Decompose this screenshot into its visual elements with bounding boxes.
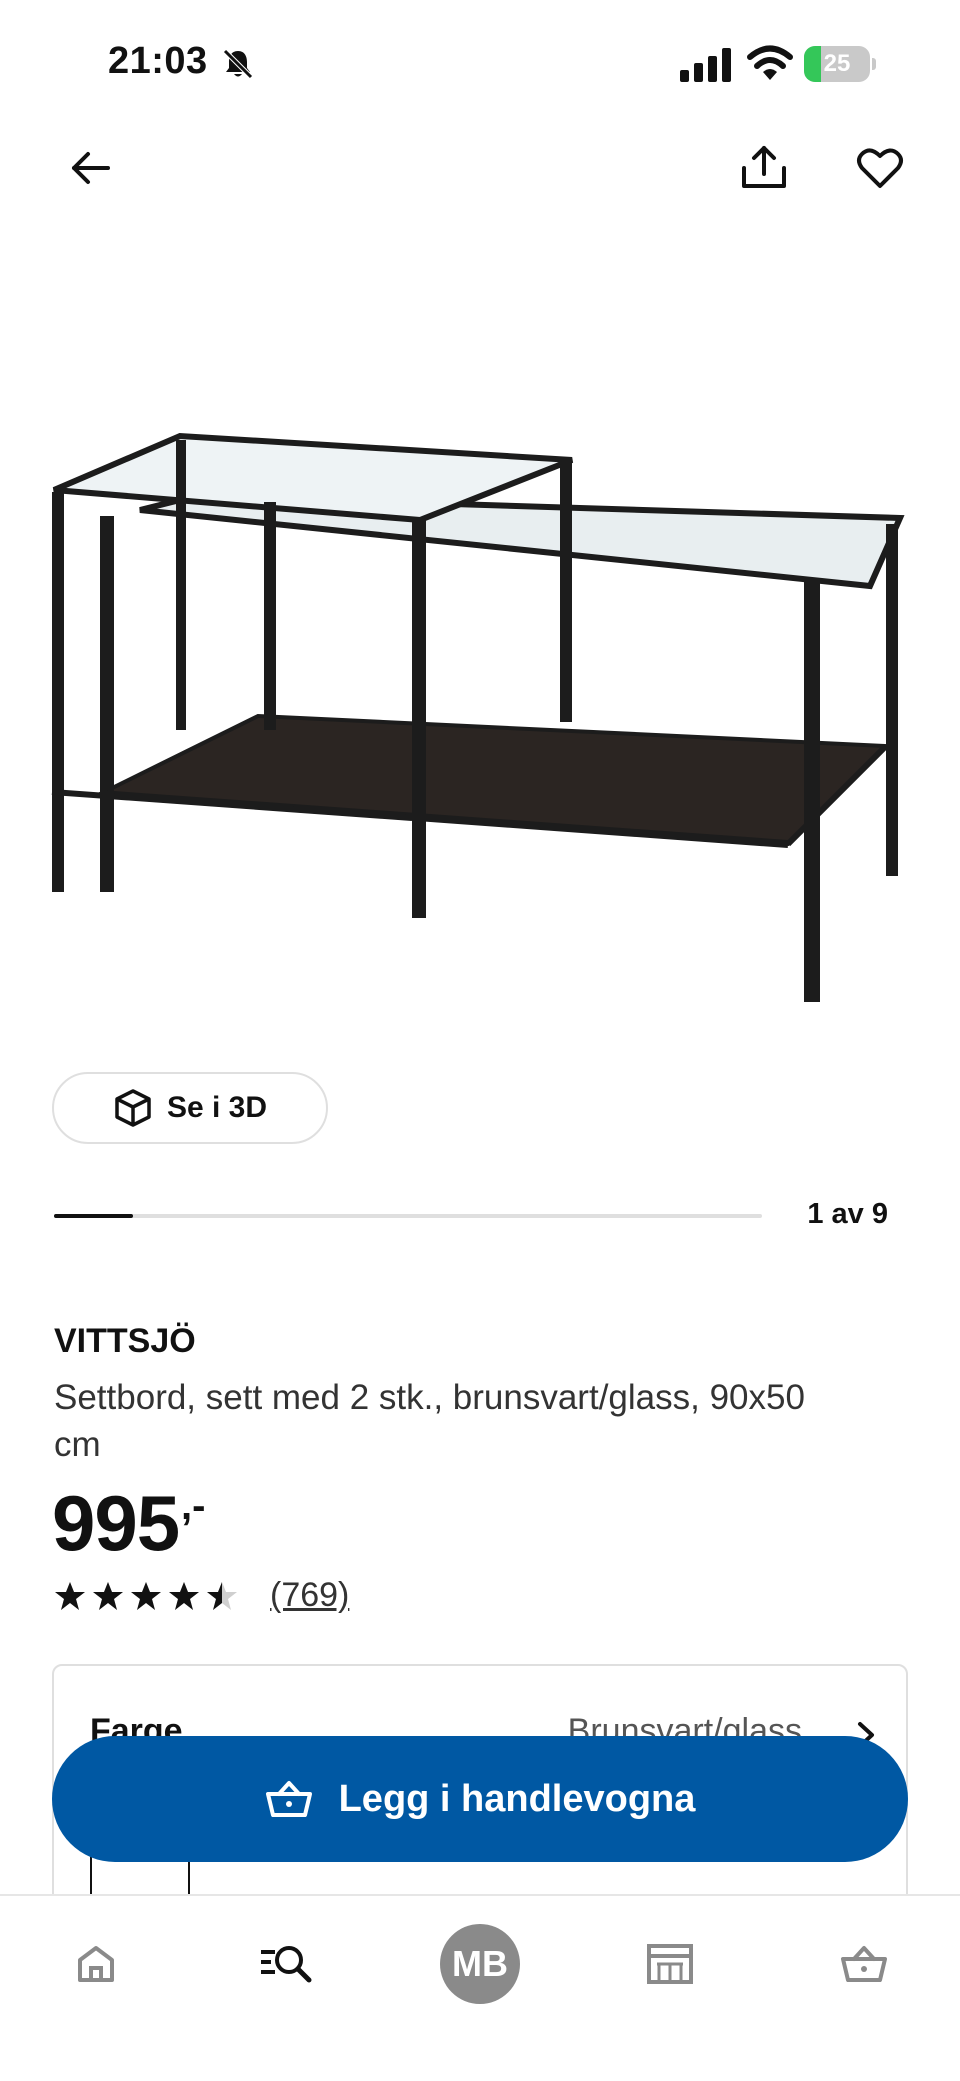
product-description: Settbord, sett med 2 stk., brunsvart/gla… <box>54 1378 805 1464</box>
bell-muted-icon <box>223 49 253 79</box>
wifi-icon <box>747 45 793 80</box>
back-button[interactable] <box>54 132 126 204</box>
cube-icon <box>115 1089 151 1127</box>
share-button[interactable] <box>728 132 800 204</box>
status-bar: 21:03 25 <box>0 0 960 130</box>
search-icon <box>261 1946 312 1983</box>
avatar: MB <box>440 1924 520 2004</box>
tab-cart[interactable] <box>814 1914 914 2014</box>
rating-stars <box>54 1580 238 1612</box>
add-to-cart-label: Legg i handlevogna <box>338 1777 696 1820</box>
rating-count[interactable]: (769) <box>270 1576 349 1615</box>
product-name: VITTSJÖ <box>54 1322 196 1360</box>
tab-search[interactable] <box>236 1914 336 2014</box>
product-price: 995 <box>52 1479 180 1567</box>
cart-icon <box>841 1946 887 1982</box>
battery-icon: 25 <box>804 46 876 82</box>
tab-stores[interactable] <box>620 1914 720 2014</box>
arrow-left-icon <box>72 152 110 184</box>
tab-home[interactable] <box>46 1914 146 2014</box>
tab-bar: MB <box>0 1894 960 2081</box>
view-3d-label: Se i 3D <box>166 1091 268 1124</box>
battery-percent: 25 <box>823 50 851 77</box>
rating[interactable]: (769) <box>54 1576 349 1615</box>
gallery-counter: 1 av 9 <box>807 1198 888 1230</box>
status-time: 21:03 <box>108 40 208 82</box>
star-icon <box>169 1581 199 1610</box>
price-suffix: ,- <box>181 1484 206 1528</box>
star-icon <box>55 1581 85 1610</box>
signal-icon <box>680 48 731 82</box>
add-to-cart-button[interactable]: Legg i handlevogna <box>52 1736 908 1862</box>
store-icon <box>647 1944 693 1984</box>
gallery-progress <box>54 1214 762 1218</box>
home-icon <box>78 1946 114 1982</box>
gallery-progress-fill <box>54 1214 133 1218</box>
favorite-button[interactable] <box>844 132 916 204</box>
view-3d-button[interactable]: Se i 3D <box>52 1072 328 1144</box>
share-icon <box>742 146 786 188</box>
tab-profile[interactable]: MB <box>430 1914 530 2014</box>
product-image[interactable] <box>40 400 920 1020</box>
star-icon <box>207 1581 237 1610</box>
star-icon <box>131 1581 161 1610</box>
basket-icon <box>265 1781 312 1817</box>
star-icon <box>93 1581 123 1610</box>
heart-icon <box>857 148 903 188</box>
